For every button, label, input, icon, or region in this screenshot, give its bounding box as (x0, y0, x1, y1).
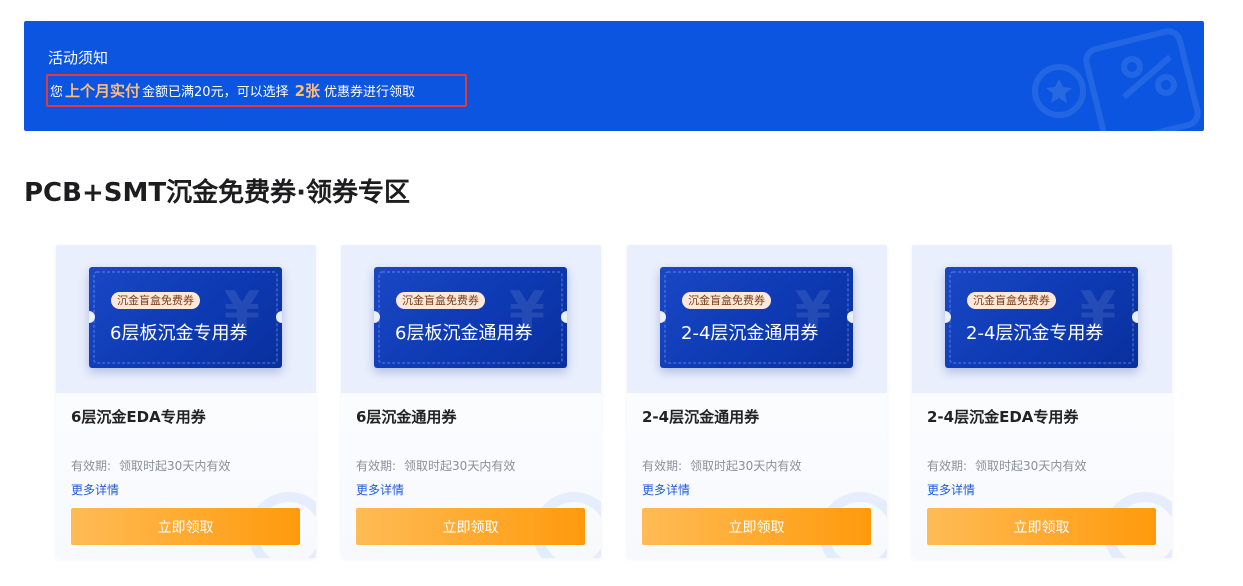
more-details-link[interactable]: 更多详情 (71, 481, 119, 498)
more-details-link[interactable]: 更多详情 (927, 481, 975, 498)
coupon-card: ¥ 沉金盲盒免费券 2-4层沉金专用券 2-4层沉金EDA专用券 有效期: 领取时… (912, 245, 1172, 558)
validity-value: 领取时起30天内有效 (975, 459, 1087, 473)
coupon-card-header: ¥ 沉金盲盒免费券 2-4层沉金通用券 (627, 245, 887, 393)
claim-button[interactable]: 立即领取 (642, 508, 871, 545)
coupon-ticket: ¥ 沉金盲盒免费券 6层板沉金专用券 (89, 267, 282, 368)
claim-button[interactable]: 立即领取 (71, 508, 300, 545)
coupon-card-header: ¥ 沉金盲盒免费券 2-4层沉金专用券 (912, 245, 1172, 393)
claim-button[interactable]: 立即领取 (356, 508, 585, 545)
claim-button[interactable]: 立即领取 (927, 508, 1156, 545)
coupon-badge: 沉金盲盒免费券 (967, 292, 1056, 309)
coupon-name: 6层沉金通用券 (356, 408, 457, 426)
coupon-card-header: ¥ 沉金盲盒免费券 6层板沉金专用券 (56, 245, 316, 393)
validity-value: 领取时起30天内有效 (404, 459, 516, 473)
banner-title: 活动须知 (48, 49, 109, 67)
coupon-name: 2-4层沉金EDA专用券 (927, 408, 1079, 426)
coupon-badge: 沉金盲盒免费券 (396, 292, 485, 309)
validity-value: 领取时起30天内有效 (690, 459, 802, 473)
coupon-card: ¥ 沉金盲盒免费券 6层板沉金专用券 6层沉金EDA专用券 有效期: 领取时起30… (56, 245, 316, 558)
more-details-link[interactable]: 更多详情 (642, 481, 690, 498)
coupon-name: 2-4层沉金通用券 (642, 408, 760, 426)
eligibility-notice: 您 上个月实付 金额已满20元，可以选择 2张 优惠券进行领取 (46, 74, 467, 107)
coupon-badge: 沉金盲盒免费券 (682, 292, 771, 309)
coupon-ticket: ¥ 沉金盲盒免费券 6层板沉金通用券 (374, 267, 567, 368)
validity-label: 有效期: (642, 459, 683, 473)
coupon-tag-icon (1032, 28, 1201, 131)
coupon-validity: 有效期: 领取时起30天内有效 (356, 457, 515, 474)
validity-label: 有效期: (356, 459, 397, 473)
validity-label: 有效期: (71, 459, 112, 473)
notice-prefix: 您 (50, 85, 64, 100)
ticket-name: 2-4层沉金专用券 (966, 323, 1104, 344)
coupon-card-header: ¥ 沉金盲盒免费券 6层板沉金通用券 (341, 245, 601, 393)
coupon-card: ¥ 沉金盲盒免费券 6层板沉金通用券 6层沉金通用券 有效期: 领取时起30天内有… (341, 245, 601, 558)
coupon-validity: 有效期: 领取时起30天内有效 (71, 457, 230, 474)
section-title: PCB+SMT沉金免费券·领券专区 (24, 178, 410, 208)
ticket-name: 6层板沉金通用券 (395, 323, 533, 344)
coupon-validity: 有效期: 领取时起30天内有效 (927, 457, 1086, 474)
notice-count: 2张 (294, 82, 321, 100)
coupon-name: 6层沉金EDA专用券 (71, 408, 206, 426)
coupon-badge: 沉金盲盒免费券 (111, 292, 200, 309)
notice-suffix: 优惠券进行领取 (324, 85, 416, 100)
ticket-name: 6层板沉金专用券 (110, 323, 248, 344)
notice-middle: 金额已满20元，可以选择 (142, 85, 289, 100)
coupon-validity: 有效期: 领取时起30天内有效 (642, 457, 801, 474)
validity-value: 领取时起30天内有效 (119, 459, 231, 473)
coupon-card: ¥ 沉金盲盒免费券 2-4层沉金通用券 2-4层沉金通用券 有效期: 领取时起30… (627, 245, 887, 558)
activity-notice-banner: 活动须知 您 上个月实付 金额已满20元，可以选择 2张 优惠券进行领取 (24, 21, 1204, 131)
coupon-ticket: ¥ 沉金盲盒免费券 2-4层沉金专用券 (945, 267, 1138, 368)
ticket-name: 2-4层沉金通用券 (681, 323, 819, 344)
validity-label: 有效期: (927, 459, 968, 473)
coupon-ticket: ¥ 沉金盲盒免费券 2-4层沉金通用券 (660, 267, 853, 368)
more-details-link[interactable]: 更多详情 (356, 481, 404, 498)
notice-highlight: 上个月实付 (65, 82, 141, 100)
